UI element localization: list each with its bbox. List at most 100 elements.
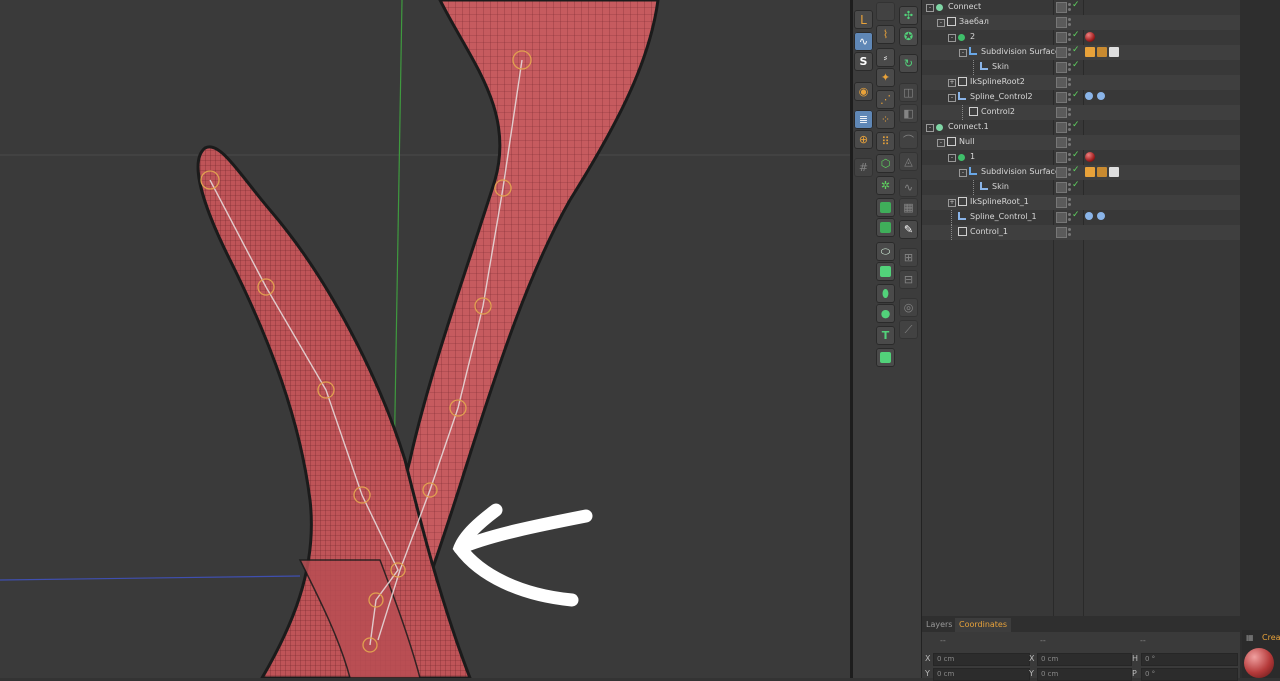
polygon-select-icon[interactable]: ⬡: [876, 154, 895, 173]
collapse-toggle[interactable]: -: [926, 4, 934, 12]
visibility-dots[interactable]: [1068, 92, 1071, 102]
visibility-dots[interactable]: [1068, 227, 1071, 237]
material-grid-icon[interactable]: ▦: [1246, 633, 1254, 642]
snap-icon[interactable]: S: [854, 52, 873, 71]
bone-icon[interactable]: ⸗: [876, 48, 895, 67]
object-row[interactable]: + IkSplineRoot2: [922, 75, 1240, 90]
layer-color-swatch[interactable]: [1056, 62, 1067, 73]
layer-color-swatch[interactable]: [1056, 152, 1067, 163]
object-name[interactable]: Skin: [992, 182, 1009, 191]
axis-icon[interactable]: L: [854, 10, 873, 29]
collapse-toggle[interactable]: -: [926, 124, 934, 132]
visibility-dots[interactable]: [1068, 167, 1071, 177]
visibility-dots[interactable]: [1068, 47, 1071, 57]
live-select-icon[interactable]: ✲: [876, 176, 895, 195]
visibility-dots[interactable]: [1068, 182, 1071, 192]
material-tag-icon[interactable]: [1085, 152, 1095, 162]
visibility-dots[interactable]: [1068, 2, 1071, 12]
joint-icon[interactable]: ✦: [876, 68, 895, 87]
object-row[interactable]: - 2 ✓: [922, 30, 1240, 45]
collapse-toggle[interactable]: -: [948, 34, 956, 42]
checker-tag-icon[interactable]: [1109, 167, 1119, 177]
collapse-toggle[interactable]: -: [937, 19, 945, 27]
visibility-dots[interactable]: [1068, 62, 1071, 72]
magnet-icon[interactable]: ◉: [854, 82, 873, 101]
object-name[interactable]: IkSplineRoot_1: [970, 197, 1029, 206]
ik-icon[interactable]: ⌇: [876, 25, 895, 44]
coord-h-field[interactable]: 0 °: [1141, 653, 1238, 666]
symmetry-icon[interactable]: ◎: [899, 298, 918, 317]
texture-tag-icon[interactable]: [1085, 167, 1095, 177]
object-name[interactable]: 1: [970, 152, 975, 161]
visibility-dots[interactable]: [1068, 137, 1071, 147]
material-preview[interactable]: [1244, 648, 1274, 678]
enabled-check-icon[interactable]: ✓: [1072, 210, 1080, 220]
enabled-check-icon[interactable]: ✓: [1072, 45, 1080, 55]
knife-icon[interactable]: ⟋: [899, 320, 918, 339]
object-row[interactable]: - Null: [922, 135, 1240, 150]
twist-icon[interactable]: ⌒: [899, 130, 918, 149]
object-row[interactable]: Control_1: [922, 225, 1240, 240]
coord-size-y-field[interactable]: 0 cm: [1037, 668, 1132, 681]
paint-icon[interactable]: ✎: [899, 220, 918, 239]
material-tag-icon[interactable]: [1085, 32, 1095, 42]
object-name[interactable]: Заебал: [959, 17, 989, 26]
coord-y-field[interactable]: 0 cm: [933, 668, 1030, 681]
cube-green-2-icon[interactable]: [876, 218, 895, 237]
expand-toggle[interactable]: +: [948, 79, 956, 87]
layer-color-swatch[interactable]: [1056, 92, 1067, 103]
enabled-check-icon[interactable]: ✓: [1072, 0, 1080, 10]
object-name[interactable]: Control2: [981, 107, 1015, 116]
cube-green-icon[interactable]: [876, 198, 895, 217]
object-name[interactable]: IkSplineRoot2: [970, 77, 1025, 86]
object-name[interactable]: Spline_Control_1: [970, 212, 1037, 221]
layer-color-swatch[interactable]: [1056, 212, 1067, 223]
ik-tag-icon[interactable]: [1085, 92, 1093, 100]
object-row[interactable]: Skin ✓: [922, 60, 1240, 75]
layer-color-swatch[interactable]: [1056, 17, 1067, 28]
layer-color-swatch[interactable]: [1056, 107, 1067, 118]
collapse-toggle[interactable]: -: [948, 94, 956, 102]
pole-tag-icon[interactable]: [1097, 212, 1105, 220]
object-row[interactable]: - 1 ✓: [922, 150, 1240, 165]
cloner-icon[interactable]: ⊞: [899, 248, 918, 267]
visibility-dots[interactable]: [1068, 107, 1071, 117]
enabled-check-icon[interactable]: ✓: [1072, 60, 1080, 70]
expand-toggle[interactable]: +: [948, 199, 956, 207]
enabled-check-icon[interactable]: ✓: [1072, 150, 1080, 160]
bend-icon[interactable]: ◧: [899, 104, 918, 123]
deform-icon[interactable]: ◫: [899, 83, 918, 102]
layer-color-swatch[interactable]: [1056, 47, 1067, 58]
enabled-check-icon[interactable]: ✓: [1072, 120, 1080, 130]
text-icon[interactable]: T: [876, 326, 895, 345]
enabled-check-icon[interactable]: ✓: [1072, 165, 1080, 175]
render-settings-icon[interactable]: ✪: [899, 27, 918, 46]
texture-tag-icon[interactable]: [1085, 47, 1095, 57]
layer-color-swatch[interactable]: [1056, 122, 1067, 133]
texture-tag-icon[interactable]: [1097, 47, 1107, 57]
layer-color-swatch[interactable]: [1056, 137, 1067, 148]
object-name[interactable]: 2: [970, 32, 975, 41]
object-row[interactable]: - Connect ✓: [922, 0, 1240, 15]
disabled-tool-icon[interactable]: [876, 2, 895, 21]
enabled-check-icon[interactable]: ✓: [1072, 30, 1080, 40]
object-row[interactable]: - Заебал: [922, 15, 1240, 30]
viewport-3d[interactable]: [0, 0, 850, 678]
coord-p-field[interactable]: 0 °: [1141, 668, 1238, 681]
ffd-icon[interactable]: ▦: [899, 198, 918, 217]
layer-color-swatch[interactable]: [1056, 182, 1067, 193]
pole-tag-icon[interactable]: [1097, 92, 1105, 100]
enabled-check-icon[interactable]: ✓: [1072, 180, 1080, 190]
object-name[interactable]: Connect.1: [948, 122, 989, 131]
instance-icon[interactable]: [876, 348, 895, 367]
visibility-dots[interactable]: [1068, 32, 1071, 42]
object-row[interactable]: Skin ✓: [922, 180, 1240, 195]
circle-points-icon[interactable]: ⁘: [876, 110, 895, 129]
layer-color-swatch[interactable]: [1056, 77, 1067, 88]
collapse-toggle[interactable]: -: [959, 169, 967, 177]
object-name[interactable]: Subdivision Surface: [981, 47, 1060, 56]
visibility-dots[interactable]: [1068, 212, 1071, 222]
cube-icon[interactable]: [876, 262, 895, 281]
object-row[interactable]: - Subdivision Surface ✓: [922, 165, 1240, 180]
object-row[interactable]: Control2: [922, 105, 1240, 120]
